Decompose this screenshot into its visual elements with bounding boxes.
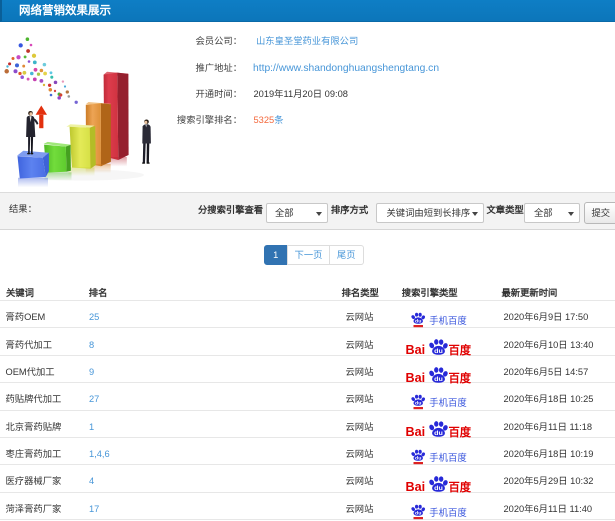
svg-text:Bai: Bai bbox=[406, 480, 426, 494]
svg-text:手机百度: 手机百度 bbox=[429, 452, 467, 463]
svg-text:手机百度: 手机百度 bbox=[429, 507, 467, 518]
svg-text:百度: 百度 bbox=[449, 370, 472, 384]
svg-text:百度: 百度 bbox=[449, 425, 472, 439]
svg-text:Bai: Bai bbox=[406, 343, 426, 357]
svg-text:百度: 百度 bbox=[449, 480, 472, 494]
svg-text:百度: 百度 bbox=[449, 343, 472, 357]
svg-text:手机百度: 手机百度 bbox=[429, 315, 467, 326]
svg-text:Bai: Bai bbox=[406, 425, 426, 439]
svg-text:Bai: Bai bbox=[406, 370, 426, 384]
svg-text:手机百度: 手机百度 bbox=[429, 397, 467, 408]
